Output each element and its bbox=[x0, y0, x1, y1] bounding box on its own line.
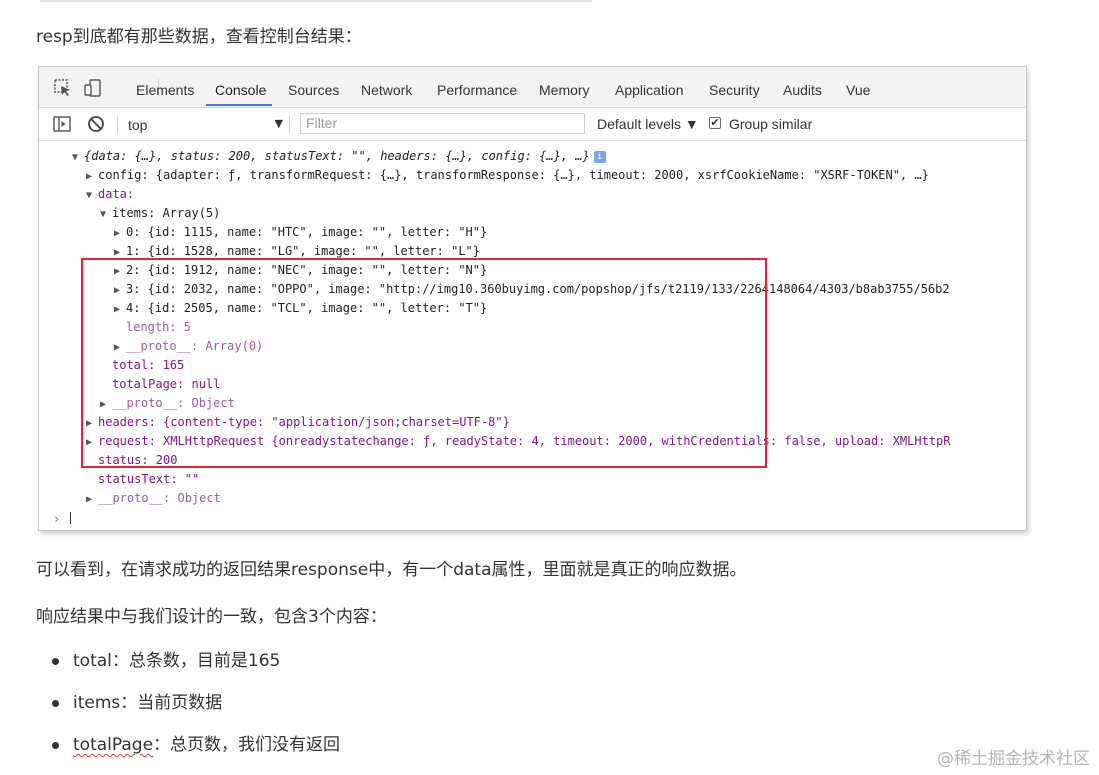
collapsed-triangle-icon: ▶ bbox=[86, 171, 93, 182]
list-item: items：当前页数据 bbox=[36, 682, 340, 724]
filter-input[interactable]: Filter bbox=[300, 113, 585, 134]
field-description: ：当前页数据 bbox=[120, 693, 223, 713]
tab-security[interactable]: Security bbox=[709, 82, 760, 98]
bullet-icon bbox=[52, 700, 59, 707]
clear-icon[interactable] bbox=[87, 115, 105, 133]
list-item: totalPage：总页数，我们没有返回 bbox=[36, 724, 340, 766]
highlight-box bbox=[81, 258, 767, 468]
field-description: ：总页数，我们没有返回 bbox=[153, 735, 341, 755]
tab-vue[interactable]: Vue bbox=[846, 82, 870, 98]
field-name: items bbox=[73, 693, 121, 713]
console-input-caret[interactable] bbox=[70, 512, 71, 524]
tab-audits[interactable]: Audits bbox=[783, 82, 822, 98]
data-line[interactable]: ▼ data: bbox=[86, 185, 134, 204]
collapsed-triangle-icon: ▶ bbox=[86, 494, 93, 505]
active-tab-indicator bbox=[206, 104, 272, 106]
group-similar-label: Group similar bbox=[729, 116, 813, 132]
tab-elements[interactable]: Elements bbox=[136, 82, 194, 98]
list-item: total：总条数，目前是165 bbox=[36, 640, 340, 682]
item-row[interactable]: ▶ 0: {id: 1115, name: "HTC", image: "", l… bbox=[114, 223, 487, 242]
status-text-line: statusText: "" bbox=[98, 472, 200, 486]
collapsed-triangle-icon: ▶ bbox=[114, 228, 121, 239]
field-name: totalPage bbox=[73, 735, 154, 755]
console-filterbar: top ▼ Filter Default levels ▼ ✔ Group si… bbox=[39, 108, 1026, 141]
config-line[interactable]: ▶ config: {adapter: ƒ, transformRequest: … bbox=[86, 166, 929, 185]
expanded-triangle-icon: ▼ bbox=[100, 209, 107, 220]
field-description: ：总条数，目前是165 bbox=[111, 651, 281, 671]
console-output: ▼ {data: {…}, status: 200, statusText: ""… bbox=[39, 141, 1026, 530]
expanded-triangle-icon: ▼ bbox=[86, 190, 93, 201]
filterbar-separator bbox=[117, 116, 118, 133]
context-value: top bbox=[128, 117, 148, 133]
tab-sources[interactable]: Sources bbox=[288, 82, 339, 98]
sidebar-icon[interactable] bbox=[53, 115, 71, 133]
tab-performance[interactable]: Performance bbox=[437, 82, 517, 98]
devtools-tabbar: Elements Console Sources Network Perform… bbox=[39, 67, 1026, 108]
console-prompt-icon: › bbox=[53, 512, 61, 526]
top-divider bbox=[40, 0, 592, 2]
dropdown-arrow-icon: ▼ bbox=[274, 117, 283, 130]
intro-paragraph: resp到底都有那些数据，查看控制台结果： bbox=[36, 27, 362, 47]
context-select[interactable]: top ▼ bbox=[123, 113, 283, 135]
response-object-line[interactable]: ▼ {data: {…}, status: 200, statusText: ""… bbox=[72, 147, 606, 166]
inspect-icon[interactable] bbox=[54, 79, 72, 97]
consistency-paragraph: 响应结果中与我们设计的一致，包含3个内容： bbox=[36, 607, 387, 627]
filterbar-separator bbox=[289, 116, 290, 133]
group-similar-checkbox[interactable]: ✔ bbox=[709, 117, 721, 129]
field-list: total：总条数，目前是165 items：当前页数据 totalPage：总… bbox=[36, 640, 340, 766]
explanation-paragraph: 可以看到，在请求成功的返回结果response中，有一个data属性，里面就是真… bbox=[36, 560, 747, 580]
tab-application[interactable]: Application bbox=[615, 82, 684, 98]
device-icon[interactable] bbox=[84, 79, 102, 97]
field-name: total bbox=[73, 651, 112, 671]
bullet-icon bbox=[52, 742, 59, 749]
items-line[interactable]: ▼ items: Array(5) bbox=[100, 204, 220, 223]
default-levels-dropdown[interactable]: Default levels ▼ bbox=[597, 116, 699, 132]
devtools-screenshot: Elements Console Sources Network Perform… bbox=[38, 66, 1027, 531]
tab-network[interactable]: Network bbox=[361, 82, 412, 98]
tab-memory[interactable]: Memory bbox=[539, 82, 590, 98]
tab-console[interactable]: Console bbox=[215, 82, 266, 98]
root-proto-line[interactable]: ▶ __proto__: Object bbox=[86, 489, 221, 508]
expanded-triangle-icon: ▼ bbox=[72, 152, 79, 163]
info-icon: i bbox=[593, 150, 606, 163]
watermark: @稀土掘金技术社区 bbox=[937, 749, 1090, 769]
bullet-icon bbox=[52, 658, 59, 665]
